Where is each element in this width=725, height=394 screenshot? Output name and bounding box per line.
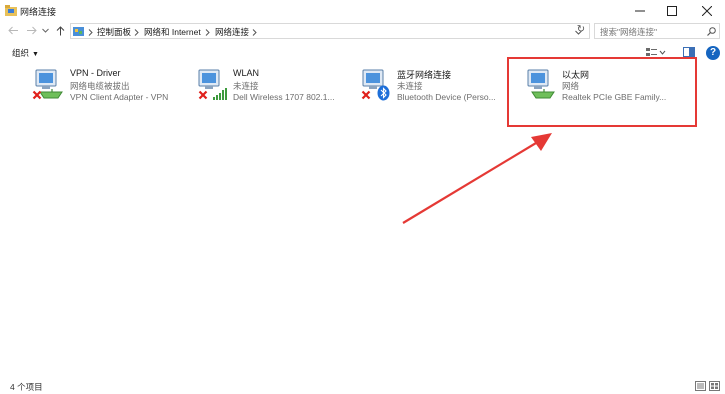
arrow-right-icon — [27, 26, 37, 35]
search-input[interactable]: 搜索"网络连接" — [594, 23, 720, 39]
preview-pane-button[interactable] — [683, 47, 695, 57]
refresh-icon: ↻ — [576, 24, 586, 35]
breadcrumb-separator-icon[interactable] — [205, 28, 210, 38]
control-panel-icon — [73, 27, 84, 36]
connection-status: 未连接 — [397, 81, 423, 91]
navigation-bar: 控制面板 网络和 Internet 网络连接 ↻ 搜索"网络连接" — [0, 22, 725, 40]
recent-locations-button[interactable] — [42, 22, 54, 38]
chevron-down-icon — [42, 28, 49, 33]
preview-pane-icon — [683, 47, 695, 57]
maximize-icon — [667, 6, 677, 16]
bluetooth-icon — [377, 85, 390, 101]
caret-down-icon: ▼ — [32, 51, 39, 58]
breadcrumb-control-panel[interactable]: 控制面板 — [97, 26, 131, 38]
organize-label: 组织 — [12, 48, 30, 58]
connection-item-wlan[interactable]: WLAN 未连接 Dell Wireless 1707 802.1... — [195, 66, 360, 106]
back-button[interactable] — [8, 22, 20, 38]
connection-device: VPN Client Adapter - VPN — [70, 92, 169, 102]
minimize-button[interactable] — [624, 0, 656, 22]
title-bar: 网络连接 — [0, 0, 725, 22]
close-button[interactable] — [691, 0, 723, 22]
connection-status: 未连接 — [233, 81, 259, 91]
breadcrumb-separator-icon[interactable] — [134, 28, 139, 38]
question-mark-icon: ? — [709, 47, 717, 58]
breadcrumb-network-internet[interactable]: 网络和 Internet — [144, 26, 201, 38]
connection-status: 网络电缆被拔出 — [70, 81, 130, 91]
up-button[interactable] — [56, 22, 68, 38]
annotation-highlight-box — [507, 57, 697, 127]
annotation-arrow-icon — [402, 133, 552, 224]
breadcrumb-separator-icon — [88, 28, 93, 38]
status-bar: 4 个项目 — [0, 378, 725, 394]
connection-item-vpn[interactable]: VPN - Driver 网络电缆被拔出 VPN Client Adapter … — [32, 66, 197, 106]
disconnected-x-icon — [361, 90, 371, 100]
window-title: 网络连接 — [20, 7, 57, 17]
breadcrumb-network-connections[interactable]: 网络连接 — [215, 26, 249, 38]
maximize-button[interactable] — [656, 0, 688, 22]
refresh-button[interactable]: ↻ — [574, 23, 588, 37]
connection-name: VPN - Driver — [70, 68, 121, 78]
item-count: 4 个项目 — [10, 382, 43, 392]
arrow-up-icon — [56, 26, 65, 36]
organize-menu-button[interactable]: 组织 ▼ — [12, 47, 39, 59]
arrow-left-icon — [8, 26, 18, 35]
signal-bars-icon — [213, 88, 227, 100]
forward-button[interactable] — [26, 22, 38, 38]
breadcrumb-separator-icon[interactable] — [252, 28, 257, 38]
search-placeholder: 搜索"网络连接" — [600, 27, 658, 37]
disconnected-x-icon — [198, 90, 208, 100]
close-icon — [702, 6, 712, 16]
connection-device: Bluetooth Device (Perso... — [397, 92, 496, 102]
connection-device: Dell Wireless 1707 802.1... — [233, 92, 335, 102]
connection-item-bluetooth[interactable]: 蓝牙网络连接 未连接 Bluetooth Device (Perso... — [359, 66, 504, 106]
search-icon — [707, 27, 716, 36]
connection-name: WLAN — [233, 68, 260, 78]
minimize-icon — [635, 10, 645, 12]
address-bar[interactable]: 控制面板 网络和 Internet 网络连接 — [70, 23, 590, 39]
network-folder-icon — [5, 5, 17, 16]
view-toggle-icons[interactable] — [695, 381, 721, 391]
help-button[interactable]: ? — [706, 46, 720, 60]
disconnected-x-icon — [32, 90, 42, 100]
